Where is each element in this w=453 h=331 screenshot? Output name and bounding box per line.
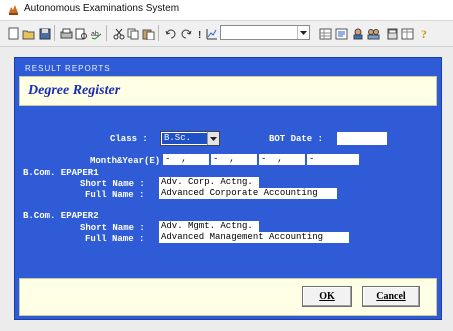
help-icon[interactable]: ? [416,25,433,42]
toolbar-separator [158,25,159,41]
user-group-icon[interactable] [365,25,382,42]
short-name-field[interactable]: Adv. Mgmt. Actng. [159,221,259,232]
short-name-label: Short Name : [80,223,145,233]
save-icon[interactable] [36,25,53,42]
toolbar-combo-value [221,31,223,41]
paper-header: B.Com. EPAPER1 [23,168,99,178]
paper-header: B.Com. EPAPER2 [23,211,99,221]
month-year-field-4[interactable]: - [307,154,359,165]
window-title: Autonomous Examinations System [24,3,180,14]
ok-button[interactable]: OK [302,286,352,307]
class-label: Class : [110,134,148,144]
month-year-label: Month&Year(E) : [90,156,172,166]
section-header: RESULT REPORTS [25,64,111,73]
dialog-title: Degree Register [28,83,121,98]
chevron-down-icon[interactable] [207,132,219,145]
app-icon [9,5,18,15]
toolbar-combo[interactable] [220,25,310,40]
toolbar-separator [54,25,55,41]
full-name-label: Full Name : [85,234,145,244]
month-year-field-1[interactable]: - , [163,154,209,165]
title-bar: Autonomous Examinations System [0,0,453,21]
paste-icon[interactable] [140,25,157,42]
full-name-field[interactable]: Advanced Corporate Accounting [159,188,337,199]
bot-date-label: BOT Date : [269,134,324,144]
chart-icon[interactable] [203,25,220,42]
month-year-field-2[interactable]: - , [211,154,257,165]
short-name-field[interactable]: Adv. Corp. Actng. [159,177,259,188]
grid-icon[interactable] [317,25,334,42]
cancel-button[interactable]: Cancel [362,286,420,307]
short-name-label: Short Name : [80,179,145,189]
toolbar: ab ! ? [0,21,453,47]
class-select-value: B.Sc. [162,133,208,144]
class-select[interactable]: B.Sc. [160,131,220,146]
full-name-label: Full Name : [85,190,145,200]
toolbar-separator [106,25,107,41]
svg-text:!: ! [198,30,201,40]
report-icon[interactable] [333,25,350,42]
table-icon[interactable] [399,25,416,42]
button-panel: OK Cancel [19,278,437,316]
open-icon[interactable] [20,25,37,42]
month-year-field-3[interactable]: - , [259,154,305,165]
spell-check-icon[interactable]: ab [88,25,105,42]
full-name-field[interactable]: Advanced Management Accounting [159,232,349,243]
svg-text:?: ? [421,27,427,40]
degree-register-dialog: RESULT REPORTS Degree Register Class : B… [14,57,442,320]
chevron-down-icon[interactable] [297,26,309,39]
bot-date-input[interactable] [337,132,387,145]
title-panel: Degree Register [19,76,437,106]
